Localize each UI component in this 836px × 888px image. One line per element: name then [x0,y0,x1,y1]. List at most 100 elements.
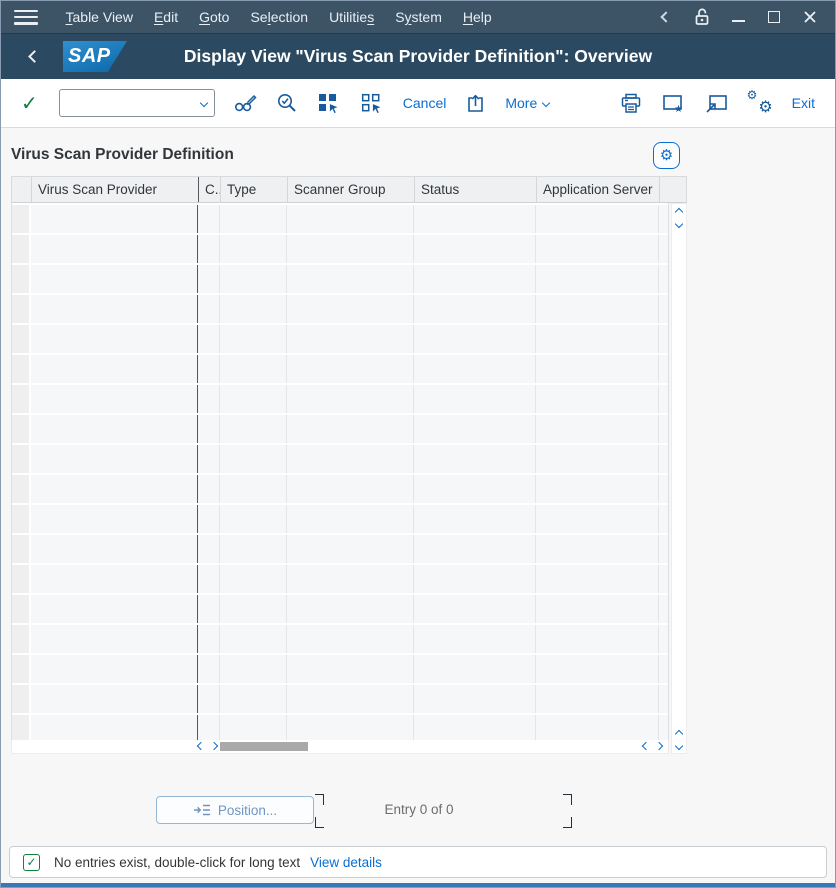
table-cell[interactable] [414,685,536,713]
row-selector[interactable] [12,445,31,473]
scroll-down-icon[interactable] [675,742,683,750]
table-cell[interactable] [287,235,414,263]
display-change-button[interactable] [234,92,257,114]
table-cell[interactable] [220,595,287,623]
row-selector[interactable] [12,685,31,713]
table-row[interactable] [12,415,668,443]
table-cell[interactable] [31,505,198,533]
table-cell[interactable] [31,265,198,293]
row-selector[interactable] [12,415,31,443]
table-cell[interactable] [287,445,414,473]
table-cell[interactable] [536,625,659,653]
table-cell[interactable] [414,325,536,353]
scroll-down-icon[interactable] [675,220,683,228]
table-cell[interactable] [220,235,287,263]
table-cell[interactable] [414,475,536,503]
table-cell[interactable] [31,475,198,503]
menu-item-help[interactable]: Help [452,3,502,31]
collapse-button[interactable] [655,6,677,28]
table-cell[interactable] [659,655,669,683]
table-cell[interactable] [220,265,287,293]
scroll-right-icon[interactable] [655,742,663,750]
find-button[interactable] [276,92,298,114]
table-cell[interactable] [287,355,414,383]
session-lock-button[interactable] [691,6,713,28]
table-cell[interactable] [536,325,659,353]
table-cell[interactable] [31,655,198,683]
column-header-c[interactable]: C.. [199,177,221,202]
table-cell[interactable] [536,715,659,740]
table-cell[interactable] [198,535,220,563]
table-cell[interactable] [659,685,669,713]
table-cell[interactable] [220,415,287,443]
table-cell[interactable] [31,685,198,713]
table-cell[interactable] [220,535,287,563]
table-row[interactable] [12,475,668,503]
table-cell[interactable] [414,565,536,593]
table-cell[interactable] [220,385,287,413]
table-cell[interactable] [31,235,198,263]
table-cell[interactable] [198,265,220,293]
view-details-link[interactable]: View details [310,855,382,870]
table-cell[interactable] [198,655,220,683]
table-cell[interactable] [287,565,414,593]
scroll-up-icon[interactable] [675,208,683,216]
table-cell[interactable] [220,355,287,383]
table-cell[interactable] [198,565,220,593]
menu-item-goto[interactable]: Goto [189,3,240,31]
table-row[interactable] [12,205,668,233]
table-cell[interactable] [536,505,659,533]
scroll-right-icon[interactable] [210,742,218,750]
options-button[interactable]: ⚙ ⚙ [748,92,772,114]
table-cell[interactable] [536,655,659,683]
table-cell[interactable] [414,535,536,563]
vertical-scrollbar[interactable] [671,203,687,754]
table-cell[interactable] [198,625,220,653]
table-cell[interactable] [287,505,414,533]
table-cell[interactable] [287,415,414,443]
table-cell[interactable] [220,565,287,593]
exit-button[interactable]: Exit [792,95,815,111]
table-cell[interactable] [287,295,414,323]
menu-item-selection[interactable]: Selection [240,3,319,31]
table-cell[interactable] [414,595,536,623]
table-cell[interactable] [287,535,414,563]
table-cell[interactable] [220,445,287,473]
table-cell[interactable] [536,535,659,563]
table-row[interactable] [12,235,668,263]
table-cell[interactable] [220,205,287,233]
table-cell[interactable] [198,325,220,353]
table-cell[interactable] [31,535,198,563]
table-cell[interactable] [287,385,414,413]
table-row[interactable] [12,595,668,623]
table-cell[interactable] [536,205,659,233]
table-cell[interactable] [659,355,669,383]
table-cell[interactable] [659,595,669,623]
row-selector[interactable] [12,205,31,233]
table-cell[interactable] [659,505,669,533]
scroll-up-icon[interactable] [675,730,683,738]
column-header-virus-scan-provider[interactable]: Virus Scan Provider [32,177,199,202]
table-cell[interactable] [536,445,659,473]
table-cell[interactable] [536,475,659,503]
table-cell[interactable] [659,265,669,293]
table-cell[interactable] [659,235,669,263]
table-cell[interactable] [31,325,198,353]
table-cell[interactable] [31,445,198,473]
table-cell[interactable] [414,265,536,293]
row-selector[interactable] [12,655,31,683]
table-settings-button[interactable]: ⚙ [653,142,680,169]
table-row[interactable] [12,355,668,383]
row-selector[interactable] [12,475,31,503]
hamburger-icon[interactable] [14,10,38,25]
favorites-button[interactable]: ★ [662,94,685,113]
table-cell[interactable] [414,385,536,413]
table-row[interactable] [12,535,668,563]
table-cell[interactable] [31,415,198,443]
column-header-scanner-group[interactable]: Scanner Group [288,177,415,202]
table-cell[interactable] [198,355,220,383]
scroll-left-icon[interactable] [642,742,650,750]
row-selector[interactable] [12,535,31,563]
table-cell[interactable] [198,235,220,263]
row-selector[interactable] [12,715,31,740]
